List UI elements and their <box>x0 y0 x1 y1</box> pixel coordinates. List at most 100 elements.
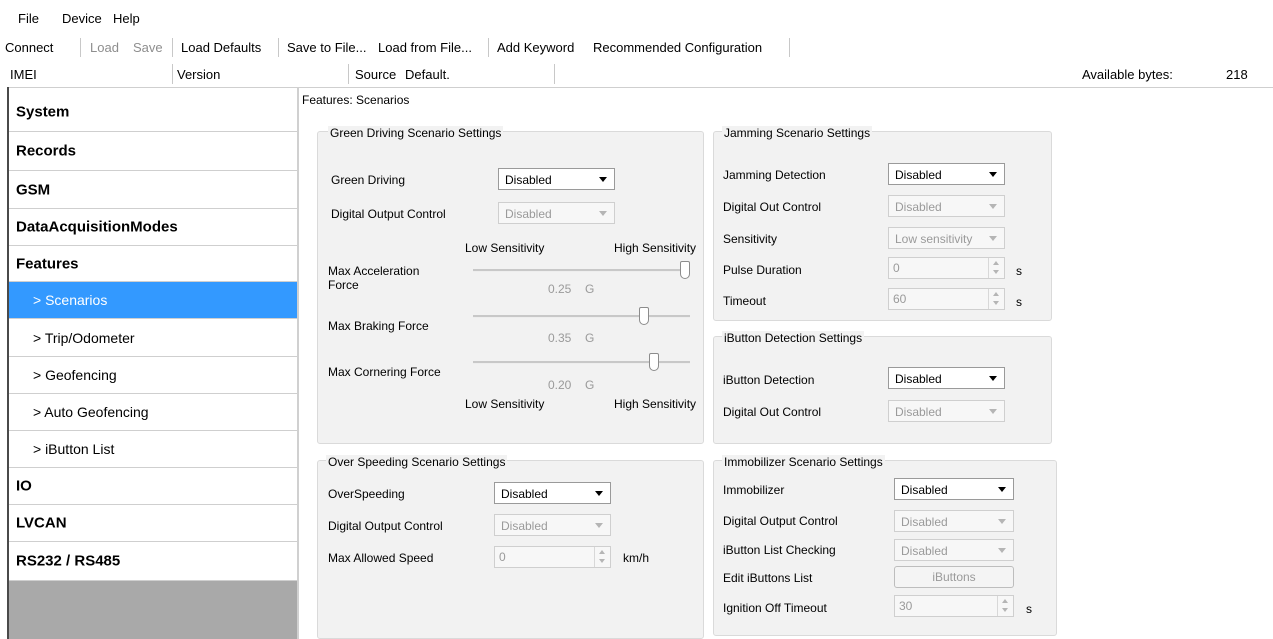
green-driving-dout-value: Disabled <box>505 207 552 221</box>
save-button[interactable]: Save <box>133 40 163 55</box>
sensitivity-value: Low sensitivity <box>895 232 973 246</box>
sidebar-item-trip-odometer[interactable]: > Trip/Odometer <box>9 319 297 357</box>
green-driving-dout-select[interactable]: Disabled <box>498 202 615 224</box>
sidebar-item-label: > Scenarios <box>33 292 108 308</box>
green-driving-select[interactable]: Disabled <box>498 168 615 190</box>
ibuttons-button[interactable]: iButtons <box>894 566 1014 588</box>
jamming-dout-value: Disabled <box>895 200 942 214</box>
ibutton-list-checking-select[interactable]: Disabled <box>894 539 1014 561</box>
sidebar-item-scenarios[interactable]: > Scenarios <box>9 282 297 319</box>
menu-device[interactable]: Device <box>62 11 102 26</box>
sidebar-item-label: System <box>16 103 70 121</box>
max-speed-label: Max Allowed Speed <box>328 551 434 565</box>
immobilizer-select[interactable]: Disabled <box>894 478 1014 500</box>
over-speeding-group-title: Over Speeding Scenario Settings <box>326 455 508 469</box>
green-driving-select-value: Disabled <box>505 173 552 187</box>
menu-file[interactable]: File <box>18 11 39 26</box>
overspeed-dout-label: Digital Output Control <box>328 519 443 533</box>
menu-help[interactable]: Help <box>113 11 140 26</box>
immobilizer-group-title: Immobilizer Scenario Settings <box>722 455 885 469</box>
spin-arrows-icon[interactable] <box>988 289 1004 309</box>
jamming-dout-select[interactable]: Disabled <box>888 195 1005 217</box>
spin-arrows-icon[interactable] <box>594 547 610 567</box>
load-from-file-button[interactable]: Load from File... <box>378 40 472 55</box>
max-acceleration-unit: G <box>585 282 595 296</box>
max-acceleration-slider[interactable] <box>473 269 690 272</box>
immobilizer-dout-select[interactable]: Disabled <box>894 510 1014 532</box>
sidebar-item-system[interactable]: System <box>9 93 297 132</box>
immobilizer-label: Immobilizer <box>723 483 785 497</box>
sidebar-item-lvcan[interactable]: LVCAN <box>9 505 297 542</box>
max-acceleration-slider-thumb[interactable] <box>680 261 690 279</box>
max-acceleration-value: 0.25 <box>548 282 572 296</box>
chevron-down-icon <box>998 487 1006 492</box>
timeout-value: 60 <box>893 292 907 306</box>
sidebar-item-label: RS232 / RS485 <box>16 552 121 570</box>
source-value: Default. <box>405 67 450 82</box>
sidebar-item-io[interactable]: IO <box>9 468 297 505</box>
version-label: Version <box>177 67 221 82</box>
chevron-down-icon <box>989 172 997 177</box>
ignition-off-timeout-unit: s <box>1026 602 1032 616</box>
ibutton-detection-label: iButton Detection <box>723 373 815 387</box>
green-driving-group-title: Green Driving Scenario Settings <box>328 126 504 140</box>
max-cornering-slider-thumb[interactable] <box>648 353 659 371</box>
load-button[interactable]: Load <box>90 40 119 55</box>
recommended-configuration-button[interactable]: Recommended Configuration <box>593 40 762 55</box>
sidebar-item-geofencing[interactable]: > Geofencing <box>9 357 297 394</box>
timeout-input[interactable]: 60 <box>888 288 1005 310</box>
save-to-file-button[interactable]: Save to File... <box>287 40 366 55</box>
ignition-off-timeout-input[interactable]: 30 <box>894 595 1014 617</box>
load-defaults-button[interactable]: Load Defaults <box>181 40 261 55</box>
overspeeding-label: OverSpeeding <box>328 487 405 501</box>
connect-button[interactable]: Connect <box>5 40 53 55</box>
spin-arrows-icon[interactable] <box>997 596 1013 616</box>
sidebar-item-ibutton-list[interactable]: > iButton List <box>9 431 297 468</box>
chevron-down-icon <box>989 204 997 209</box>
max-speed-input[interactable]: 0 <box>494 546 611 568</box>
max-cornering-unit: G <box>585 378 595 392</box>
chevron-down-icon <box>998 548 1006 553</box>
low-sensitivity-label: Low Sensitivity <box>465 241 545 255</box>
sidebar-item-label: LVCAN <box>16 514 67 532</box>
max-braking-slider-thumb[interactable] <box>638 307 649 325</box>
sidebar-item-features[interactable]: Features <box>9 246 297 282</box>
spin-arrows-icon[interactable] <box>988 258 1004 278</box>
max-braking-unit: G <box>585 331 595 345</box>
sidebar-item-label: > Geofencing <box>33 367 117 383</box>
info-divider <box>172 64 173 84</box>
info-divider <box>554 64 555 84</box>
sidebar-item-data-acquisition-modes[interactable]: DataAcquisitionModes <box>9 209 297 246</box>
jamming-detection-label: Jamming Detection <box>723 168 826 182</box>
available-bytes-label: Available bytes: <box>1082 67 1173 82</box>
ignition-off-timeout-label: Ignition Off Timeout <box>723 601 827 615</box>
chevron-down-icon <box>989 409 997 414</box>
chevron-down-icon <box>595 491 603 496</box>
ibutton-dout-select[interactable]: Disabled <box>888 400 1005 422</box>
pulse-duration-value: 0 <box>893 261 900 275</box>
high-sensitivity-label: High Sensitivity <box>614 241 697 255</box>
sensitivity-select[interactable]: Low sensitivity <box>888 227 1005 249</box>
sidebar-splitter[interactable] <box>297 87 299 639</box>
max-braking-label: Max Braking Force <box>328 319 429 333</box>
jamming-detection-value: Disabled <box>895 168 942 182</box>
pulse-duration-input[interactable]: 0 <box>888 257 1005 279</box>
sidebar-item-gsm[interactable]: GSM <box>9 171 297 209</box>
sidebar-item-records[interactable]: Records <box>9 132 297 171</box>
toolbar-divider <box>789 38 790 57</box>
ibutton-dout-value: Disabled <box>895 405 942 419</box>
chevron-down-icon <box>998 519 1006 524</box>
high-sensitivity-bottom-label: High Sensitivity <box>614 397 697 411</box>
max-speed-unit: km/h <box>623 551 650 565</box>
overspeeding-select[interactable]: Disabled <box>494 482 611 504</box>
ibutton-detection-select[interactable]: Disabled <box>888 367 1005 389</box>
add-keyword-button[interactable]: Add Keyword <box>497 40 574 55</box>
pulse-duration-label: Pulse Duration <box>723 263 802 277</box>
immobilizer-dout-label: Digital Output Control <box>723 514 838 528</box>
menu-bar: File Device Help <box>0 0 1273 34</box>
sidebar-item-auto-geofencing[interactable]: > Auto Geofencing <box>9 394 297 431</box>
jamming-detection-select[interactable]: Disabled <box>888 163 1005 185</box>
max-braking-slider[interactable] <box>473 315 690 318</box>
overspeed-dout-select[interactable]: Disabled <box>494 514 611 536</box>
sidebar-item-rs232-rs485[interactable]: RS232 / RS485 <box>9 542 297 581</box>
